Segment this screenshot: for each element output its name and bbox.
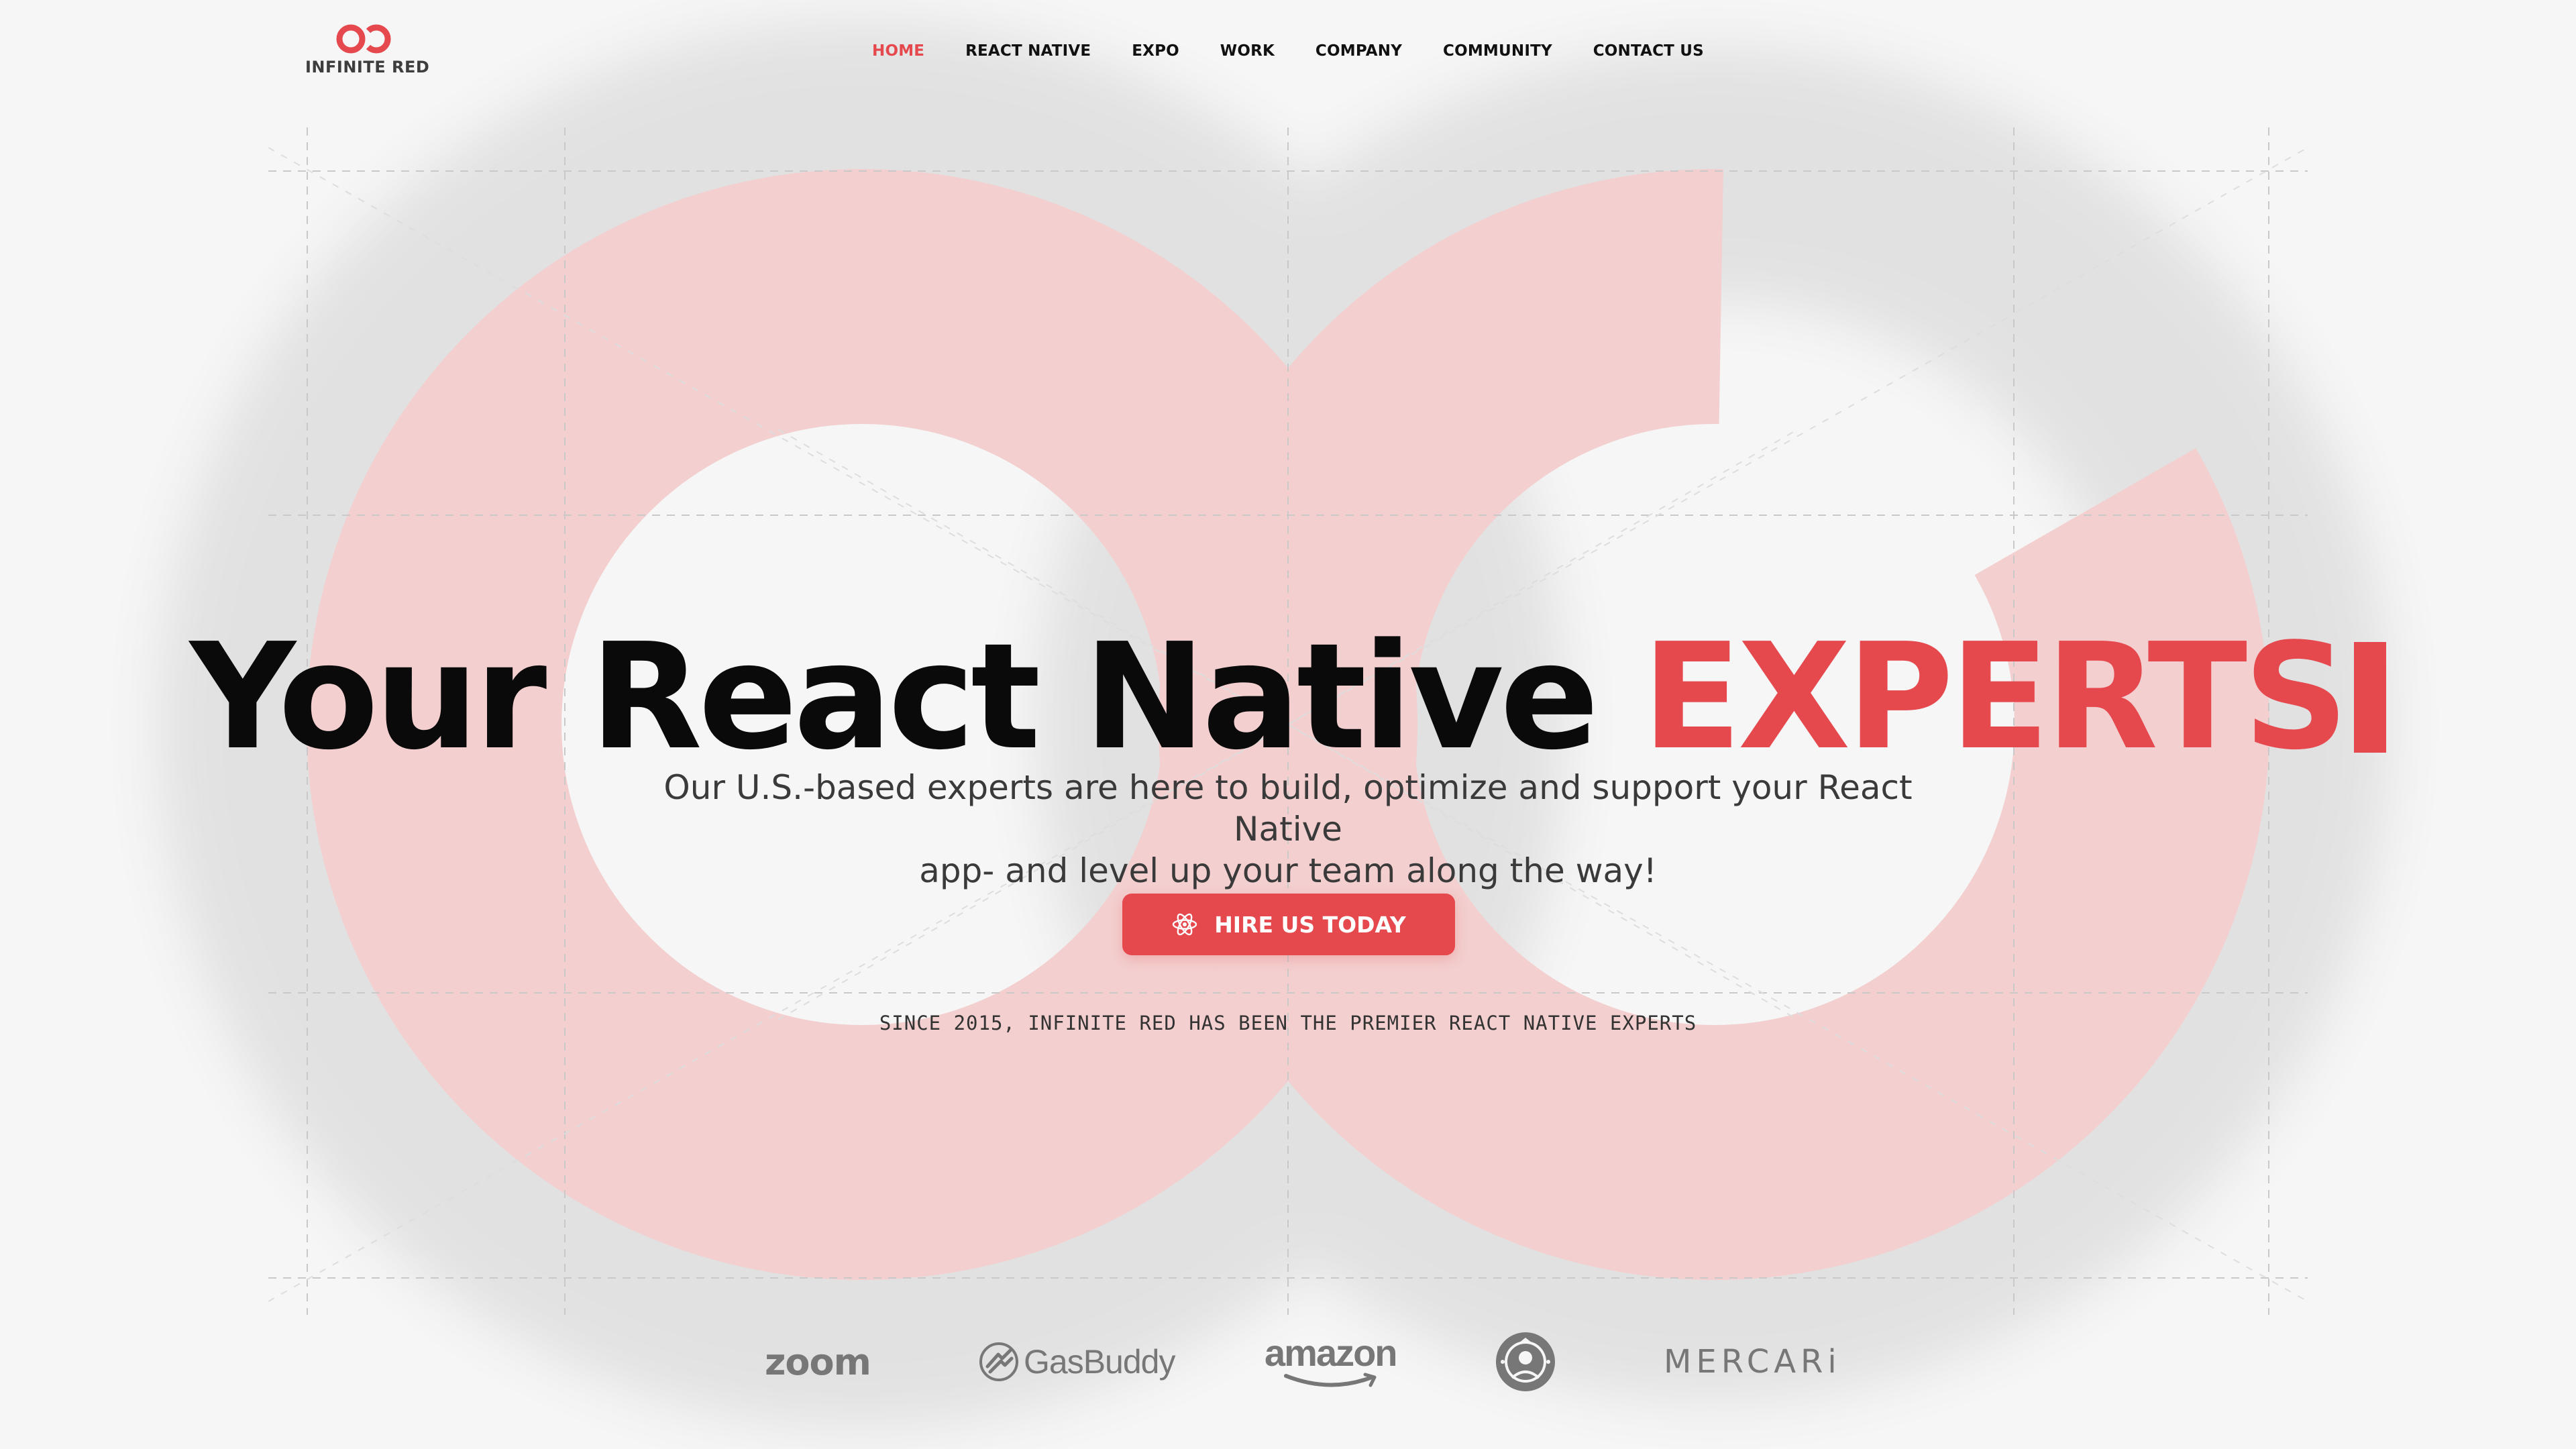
gasbuddy-logo-text: GasBuddy	[1024, 1343, 1175, 1381]
hero-tagline: SINCE 2015, INFINITE RED HAS BEEN THE PR…	[879, 1012, 1697, 1034]
zoom-logo: zoom	[765, 1325, 871, 1399]
nav-company[interactable]: COMPANY	[1316, 42, 1402, 60]
page: INFINITE RED HOME REACT NATIVE EXPO WORK…	[0, 0, 2576, 1449]
nav-contact-us[interactable]: CONTACT US	[1593, 42, 1704, 60]
amazon-logo: amazon	[1265, 1325, 1397, 1399]
hero-subtitle: Our U.S.-based experts are here to build…	[617, 767, 1959, 892]
hire-us-button[interactable]: HIRE US TODAY	[1122, 894, 1455, 955]
mercari-logo: MERCARi	[1664, 1325, 1841, 1399]
react-atom-icon	[1172, 913, 1197, 936]
starbucks-siren-icon	[1496, 1332, 1555, 1391]
gasbuddy-logo: GasBuddy	[978, 1325, 1175, 1399]
main-navigation: HOME REACT NATIVE EXPO WORK COMPANY COMM…	[872, 39, 1704, 63]
subtitle-line-2: app- and level up your team along the wa…	[919, 851, 1657, 890]
client-logos: zoom GasBuddy amazon MERCARi	[0, 1325, 2576, 1405]
nav-community[interactable]: COMMUNITY	[1443, 42, 1552, 60]
zoom-logo-text: zoom	[765, 1340, 871, 1383]
nav-react-native[interactable]: REACT NATIVE	[965, 42, 1091, 60]
nav-work[interactable]: WORK	[1220, 42, 1275, 60]
headline-prefix: Your React Native	[189, 612, 1642, 782]
hero-headline: Your React Native EXPERTS	[0, 617, 2576, 778]
infinite-red-logo[interactable]: INFINITE RED	[305, 20, 430, 80]
subtitle-line-1: Our U.S.-based experts are here to build…	[663, 768, 1913, 849]
amazon-smile-icon	[1284, 1373, 1377, 1387]
typing-cursor	[2354, 642, 2387, 753]
amazon-logo-text: amazon	[1265, 1332, 1397, 1374]
starbucks-logo	[1495, 1325, 1556, 1399]
infinite-red-logo-icon	[336, 24, 391, 54]
brand-name: INFINITE RED	[305, 58, 430, 76]
mercari-logo-text: MERCARi	[1664, 1343, 1841, 1381]
nav-home[interactable]: HOME	[872, 42, 924, 60]
hire-button-label: HIRE US TODAY	[1214, 911, 1406, 938]
nav-expo[interactable]: EXPO	[1132, 42, 1179, 60]
gasbuddy-mark-icon	[979, 1342, 1018, 1381]
headline-accent: EXPERTS	[1642, 612, 2349, 782]
